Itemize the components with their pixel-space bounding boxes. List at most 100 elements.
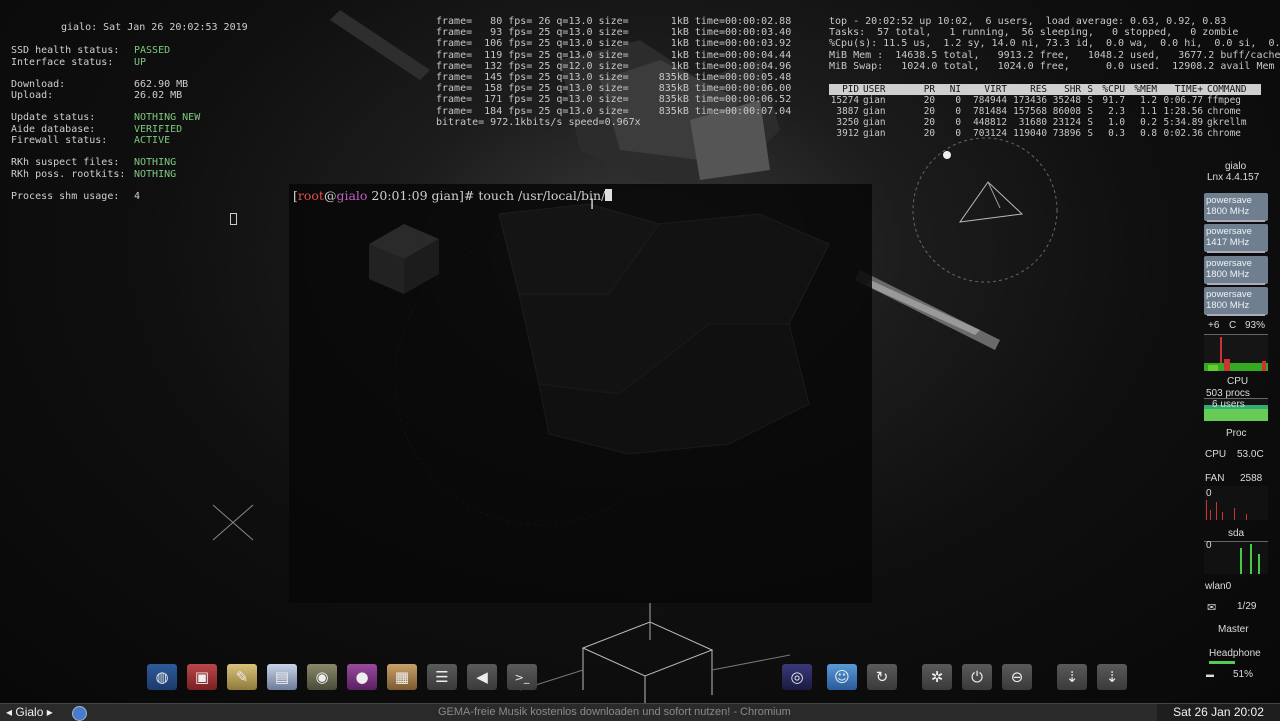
- table-cell: 3250: [836, 117, 859, 128]
- top-summary-line: %Cpu(s): 11.5 us, 1.2 sy, 14.0 ni, 73.3 …: [829, 38, 1280, 50]
- media-player-icon[interactable]: ●: [347, 664, 377, 690]
- prompt-command[interactable]: 20:01:09 gian]# touch /usr/local/bin/: [367, 188, 605, 203]
- table-cell: 20: [923, 95, 935, 106]
- cpu-frequency: 1417 MHz: [1206, 237, 1250, 248]
- status-key: Interface status:: [11, 56, 114, 68]
- cpu-freq-panel: powersave 1417 MHz: [1204, 224, 1268, 253]
- terminal-icon[interactable]: >_: [507, 664, 537, 690]
- sda-label: sda: [1228, 528, 1245, 539]
- top-summary-line: Tasks: 57 total, 1 running, 56 sleeping,…: [829, 27, 1239, 39]
- globe-icon[interactable]: ◍: [147, 664, 177, 690]
- active-window-title[interactable]: GEMA-freie Musik kostenlos downloaden un…: [438, 706, 791, 718]
- power-icon[interactable]: ⏻: [962, 664, 992, 690]
- table-cell: 2.3: [1108, 106, 1125, 117]
- cpu-governor: powersave: [1206, 226, 1252, 237]
- ffmpeg-log-line: frame= 184 fps= 25 q=13.0 size= 835kB ti…: [436, 105, 792, 117]
- table-cell: 86008: [1052, 106, 1081, 117]
- prompt-at: @: [323, 188, 337, 203]
- wlan-label: wlan0: [1205, 581, 1232, 592]
- process-table-header: PID USER PR NI VIRT RES SHR S %CPU %MEM TIME+ COMMA…: [829, 84, 1261, 95]
- cpu-temp-label: CPU: [1205, 449, 1227, 460]
- status-key: Firewall status:: [11, 135, 108, 147]
- mail-icon[interactable]: ✉: [1207, 601, 1216, 614]
- column-header: SHR: [1064, 84, 1081, 95]
- text-cursor: [605, 189, 613, 201]
- table-cell: 73896: [1052, 128, 1081, 139]
- chromium-icon[interactable]: [72, 706, 87, 721]
- terminal-prompt-line: [root@gialo 20:01:09 gian]# touch /usr/l…: [293, 188, 613, 203]
- table-row: 3912 gian 20 0 703124 119040 73896 S 0.3 0.8 0:02.…: [829, 128, 1261, 139]
- text-editor-icon[interactable]: ✎: [227, 664, 257, 690]
- status-value: NOTHING NEW: [134, 112, 201, 124]
- master-volume-label[interactable]: Master: [1218, 624, 1249, 635]
- settings-icon[interactable]: ✲: [922, 664, 952, 690]
- status-value: PASSED: [134, 45, 171, 57]
- status-key: RKh poss. rootkits:: [11, 168, 126, 180]
- workspace-menu-button[interactable]: ◂ Gialo ▸: [6, 705, 53, 719]
- system-status-panel: gialo: Sat Jan 26 20:02:53 2019 SSD heal…: [11, 22, 248, 202]
- table-cell: chrome: [1207, 106, 1241, 117]
- table-cell: 784944: [973, 95, 1007, 106]
- status-key: SSD health status:: [11, 45, 120, 57]
- terminal-background-art: [369, 203, 830, 455]
- document-icon[interactable]: ▤: [267, 664, 297, 690]
- table-cell: 0: [955, 95, 961, 106]
- cpu-freq-panel: powersave 1800 MHz: [1204, 193, 1268, 222]
- fan-graph: [1204, 486, 1268, 520]
- temp-left: +6: [1208, 320, 1220, 331]
- table-cell: 20: [923, 128, 935, 139]
- terminal-window[interactable]: [root@gialo 20:01:09 gian]# touch /usr/l…: [289, 184, 872, 603]
- table-cell: ffmpeg: [1207, 95, 1241, 106]
- status-key: Aide database:: [11, 123, 96, 135]
- archive-icon[interactable]: ▦: [387, 664, 417, 690]
- refresh-icon[interactable]: ↻: [867, 664, 897, 690]
- volume-icon[interactable]: ◀: [467, 664, 497, 690]
- cpu-governor: powersave: [1206, 195, 1252, 206]
- sda-graph: [1204, 541, 1268, 574]
- eye-icon[interactable]: ◉: [307, 664, 337, 690]
- photo-icon[interactable]: ▣: [187, 664, 217, 690]
- cpu-label: CPU: [1227, 376, 1249, 387]
- headphone-volume-bar[interactable]: [1209, 661, 1235, 664]
- cpu-freq-bar: [1207, 314, 1265, 316]
- table-cell: 1.2: [1140, 95, 1157, 106]
- column-header: PID: [842, 84, 859, 95]
- finder-icon[interactable]: ☺: [827, 664, 857, 690]
- usb-icon[interactable]: ⇣: [1057, 664, 1087, 690]
- taskbar: ◂ Gialo ▸ GEMA-freie Musik kostenlos dow…: [0, 703, 1280, 721]
- table-cell: S: [1087, 106, 1093, 117]
- cpu-frequency: 1800 MHz: [1206, 206, 1250, 217]
- headphone-volume-label[interactable]: Headphone: [1209, 648, 1261, 659]
- table-cell: gian: [863, 117, 886, 128]
- gkrellm-hostname: gialo: [1225, 161, 1247, 172]
- status-key: Process shm usage:: [11, 190, 120, 202]
- status-key: Update status:: [11, 112, 96, 124]
- table-cell: 448812: [973, 117, 1007, 128]
- cpu-freq-bar: [1207, 220, 1265, 222]
- table-row: 3250 gian 20 0 448812 31680 23124 S 1.0 0.2 5:34.8…: [829, 117, 1261, 128]
- volume-icon: ▬: [1206, 670, 1214, 679]
- proc-label: Proc: [1226, 428, 1247, 439]
- table-cell: 91.7: [1102, 95, 1125, 106]
- table-cell: 173436: [1013, 95, 1047, 106]
- ffmpeg-log-line: frame= 93 fps= 25 q=13.0 size= 1kB time=…: [436, 27, 792, 39]
- fan-label: FAN: [1205, 473, 1225, 484]
- table-cell: chrome: [1207, 128, 1241, 139]
- minus-icon[interactable]: ⊖: [1002, 664, 1032, 690]
- volume-percent: 51%: [1233, 669, 1254, 680]
- table-cell: S: [1087, 95, 1093, 106]
- table-cell: S: [1087, 128, 1093, 139]
- table-cell: 5:34.89: [1163, 117, 1203, 128]
- column-header: %MEM: [1134, 84, 1157, 95]
- usb-icon[interactable]: ⇣: [1097, 664, 1127, 690]
- table-row: 15274 gian 20 0 784944 173436 35248 S 91.7 1.2 0:0…: [829, 95, 1261, 106]
- cdrom-icon[interactable]: ◎: [782, 664, 812, 690]
- status-key: RKh suspect files:: [11, 157, 120, 169]
- fan-value: 2588: [1240, 473, 1263, 484]
- cpu-graph: [1204, 334, 1268, 371]
- ibeam-cursor-icon: I: [590, 197, 595, 213]
- clock[interactable]: Sat 26 Jan 20:02: [1157, 704, 1280, 721]
- list-icon[interactable]: ☰: [427, 664, 457, 690]
